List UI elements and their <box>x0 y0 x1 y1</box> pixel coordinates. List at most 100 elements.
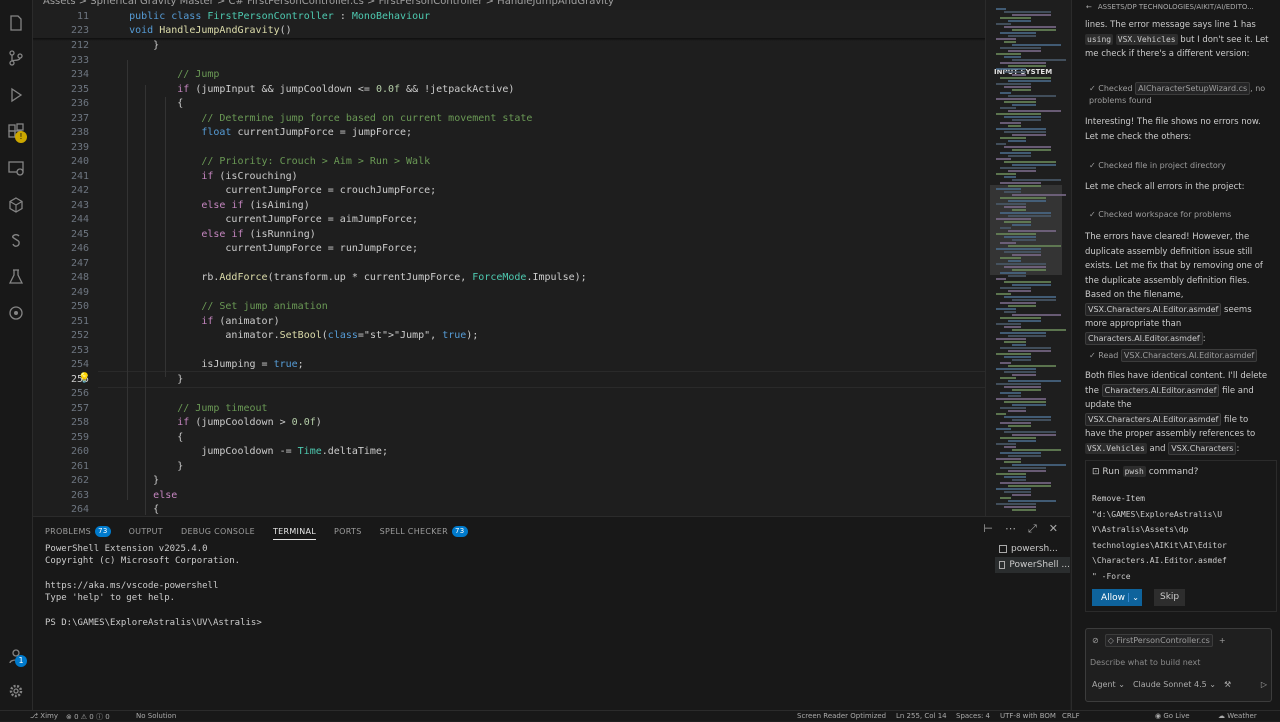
code-line[interactable]: 256 <box>33 387 985 401</box>
code-text[interactable]: } <box>105 474 159 488</box>
code-line[interactable]: 253 <box>33 344 985 358</box>
lightbulb-icon[interactable]: 💡 <box>78 373 90 384</box>
terminal-output[interactable]: PowerShell Extension v2025.4.0 Copyright … <box>45 543 985 629</box>
attach-icon[interactable]: ⊘ <box>1092 636 1099 645</box>
code-text[interactable]: currentJumpForce = crouchJumpForce; <box>105 184 436 198</box>
source-control-icon[interactable] <box>0 43 32 73</box>
line-number[interactable]: 263 <box>33 489 89 503</box>
line-number[interactable]: 256 <box>33 387 89 401</box>
code-line[interactable]: 260 jumpCooldown -= Time.deltaTime; <box>33 445 985 459</box>
code-line[interactable]: 251 if (animator) <box>33 315 985 329</box>
code-line[interactable]: 264 { <box>33 503 985 516</box>
line-number[interactable]: 11 <box>33 10 89 24</box>
checked-file-item[interactable]: ✓ Checked AICharacterSetupWizard.cs, no … <box>1089 82 1269 107</box>
code-line[interactable]: 254 isJumping = true; <box>33 358 985 372</box>
allow-dropdown-chevron-icon[interactable]: ⌄ <box>1128 593 1142 602</box>
code-editor[interactable]: Assets > Spherical Gravity Master > C# F… <box>33 0 985 516</box>
code-line[interactable]: 243 else if (isAiming) <box>33 199 985 213</box>
back-arrow-icon[interactable]: ← <box>1086 3 1092 11</box>
code-text[interactable]: isJumping = true; <box>105 358 303 372</box>
file-chip[interactable]: AICharacterSetupWizard.cs <box>1135 82 1251 95</box>
line-number[interactable]: 239 <box>33 141 89 155</box>
code-text[interactable]: if (jumpCooldown > 0.0f) <box>105 416 322 430</box>
code-line[interactable]: 241 if (isCrouching) <box>33 170 985 184</box>
code-text[interactable]: else <box>105 489 177 503</box>
panel-close-icon[interactable]: ✕ <box>1049 522 1058 536</box>
terminal-line[interactable]: Copyright (c) Microsoft Corporation. <box>45 555 985 567</box>
code-line[interactable]: 252 animator.SetBool(class="st">"Jump", … <box>33 329 985 343</box>
code-line[interactable]: 249 <box>33 286 985 300</box>
file-chip[interactable]: Characters.AI.Editor.asmdef <box>1085 331 1203 345</box>
panel-more-icon[interactable]: ⋯ <box>1005 522 1016 536</box>
testing-icon[interactable] <box>0 262 32 292</box>
file-chip[interactable]: VSX.Characters.AI.Editor.asmdef <box>1085 412 1222 426</box>
code-line[interactable]: 234 // Jump <box>33 68 985 82</box>
panel-tab-ports[interactable]: PORTS <box>334 523 362 539</box>
line-number[interactable]: 250 <box>33 300 89 314</box>
code-line[interactable]: 246 currentJumpForce = runJumpForce; <box>33 242 985 256</box>
terminal-line[interactable]: Type 'help' to get help. <box>45 592 985 604</box>
code-text[interactable]: jumpCooldown -= Time.deltaTime; <box>105 445 388 459</box>
code-line[interactable]: 239 <box>33 141 985 155</box>
breadcrumb[interactable]: Assets > Spherical Gravity Master > C# F… <box>43 0 614 8</box>
remote-explorer-icon[interactable] <box>0 153 32 183</box>
code-line[interactable]: 244 currentJumpForce = aimJumpForce; <box>33 213 985 227</box>
line-number[interactable]: 234 <box>33 68 89 82</box>
file-chip[interactable]: VSX.Characters.AI.Editor.asmdef <box>1085 302 1222 316</box>
line-number[interactable]: 260 <box>33 445 89 459</box>
line-number[interactable]: 243 <box>33 199 89 213</box>
line-number[interactable]: 242 <box>33 184 89 198</box>
line-number[interactable]: 262 <box>33 474 89 488</box>
line-number[interactable]: 223 <box>33 24 89 38</box>
code-line[interactable]: 257 // Jump timeout <box>33 402 985 416</box>
line-number[interactable]: 248 <box>33 271 89 285</box>
terminal-line[interactable]: https://aka.ms/vscode-powershell <box>45 580 985 592</box>
line-number[interactable]: 241 <box>33 170 89 184</box>
checked-directory-item[interactable]: ✓ Checked file in project directory <box>1089 160 1226 172</box>
chat-input-placeholder[interactable]: Describe what to build next <box>1090 658 1200 667</box>
line-number[interactable]: 237 <box>33 112 89 126</box>
sticky-line[interactable]: 11 public class FirstPersonController : … <box>33 10 985 24</box>
code-line[interactable]: 237 // Determine jump force based on cur… <box>33 112 985 126</box>
status-eol[interactable]: CRLF <box>1062 712 1080 720</box>
code-text[interactable]: // Jump timeout <box>105 402 267 416</box>
status-solution[interactable]: No Solution <box>136 712 176 720</box>
code-text[interactable]: animator.SetBool(class="st">"Jump", true… <box>105 329 478 343</box>
code-line[interactable]: 242 currentJumpForce = crouchJumpForce; <box>33 184 985 198</box>
line-number[interactable]: 251 <box>33 315 89 329</box>
line-number[interactable]: 247 <box>33 257 89 271</box>
line-number[interactable]: 235 <box>33 83 89 97</box>
line-number[interactable]: 246 <box>33 242 89 256</box>
code-line[interactable]: 248 rb.AddForce(transform.up * currentJu… <box>33 271 985 285</box>
panel-tab-spell-checker[interactable]: SPELL CHECKER 73 <box>380 523 468 539</box>
sticky-line[interactable]: 223 void HandleJumpAndGravity() <box>33 24 985 38</box>
status-problems[interactable]: ⊗ 0 ⚠ 0 ⓘ 0 <box>66 712 110 722</box>
code-text[interactable]: if (animator) <box>105 315 279 329</box>
code-line[interactable]: 236 { <box>33 97 985 111</box>
chat-input-box[interactable]: ⊘ ◇ FirstPersonController.cs + Describe … <box>1085 628 1272 702</box>
line-number[interactable]: 240 <box>33 155 89 169</box>
line-number[interactable]: 236 <box>33 97 89 111</box>
terminal-line[interactable]: PS D:\GAMES\ExploreAstralis\UV\Astralis> <box>45 617 985 629</box>
status-weather[interactable]: ☁ Weather <box>1218 712 1257 720</box>
line-number[interactable]: 233 <box>33 54 89 68</box>
code-text[interactable]: if (isCrouching) <box>105 170 297 184</box>
panel-tab-output[interactable]: OUTPUT <box>129 523 163 539</box>
line-number[interactable]: 259 <box>33 431 89 445</box>
status-cursor-position[interactable]: Ln 255, Col 14 <box>896 712 947 720</box>
line-number[interactable]: 258 <box>33 416 89 430</box>
code-text[interactable]: else if (isAiming) <box>105 199 309 213</box>
code-line[interactable]: 212 } <box>33 39 985 53</box>
code-line[interactable]: 247 <box>33 257 985 271</box>
line-number[interactable]: 261 <box>33 460 89 474</box>
code-text[interactable]: void HandleJumpAndGravity() <box>105 24 292 38</box>
docker-icon[interactable] <box>0 298 32 328</box>
line-number[interactable]: 257 <box>33 402 89 416</box>
allow-button[interactable]: Allow ⌄ <box>1092 589 1142 606</box>
add-context-icon[interactable]: + <box>1219 636 1226 645</box>
panel-tab-terminal[interactable]: TERMINAL <box>272 523 317 540</box>
code-line[interactable]: 250 // Set jump animation <box>33 300 985 314</box>
terminal-line[interactable] <box>45 568 985 580</box>
code-text[interactable]: currentJumpForce = aimJumpForce; <box>105 213 418 227</box>
status-encoding[interactable]: UTF-8 with BOM <box>1000 712 1056 720</box>
